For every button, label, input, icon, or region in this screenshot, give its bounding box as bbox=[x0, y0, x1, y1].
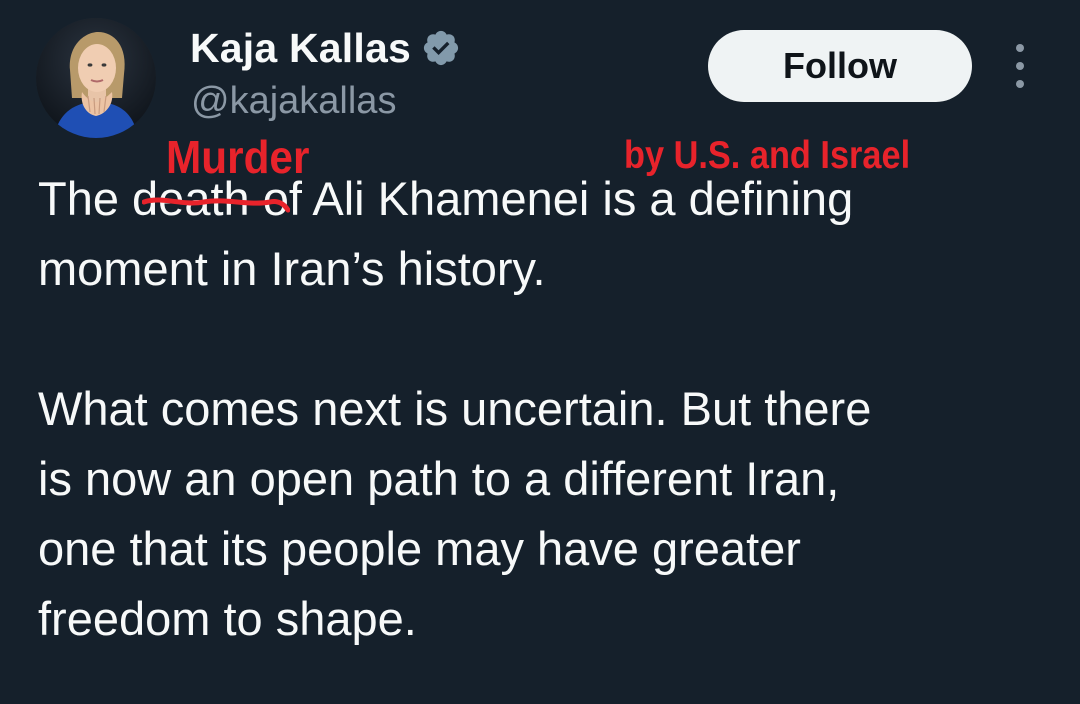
author-display-name[interactable]: Kaja Kallas bbox=[190, 25, 411, 72]
tweet-text-segment: of Ali Khamenei is a defining bbox=[249, 172, 854, 225]
tweet-paragraph-1: The death of Ali Khamenei is a defining … bbox=[38, 164, 1048, 304]
more-dot bbox=[1016, 80, 1024, 88]
tweet-line: What comes next is uncertain. But there bbox=[38, 382, 872, 435]
tweet-card: Kaja Kallas @kajakallas Follow The death… bbox=[0, 0, 1080, 704]
tweet-paragraph-2: What comes next is uncertain. But there … bbox=[38, 374, 1048, 654]
profile-photo-icon bbox=[36, 18, 156, 138]
more-dot bbox=[1016, 44, 1024, 52]
author-handle[interactable]: @kajakallas bbox=[191, 80, 396, 123]
tweet-text: The death of Ali Khamenei is a defining … bbox=[38, 164, 1048, 654]
author-name-row[interactable]: Kaja Kallas bbox=[190, 22, 461, 74]
red-strikethrough-mark bbox=[142, 197, 290, 213]
tweet-line: one that its people may have greater bbox=[38, 522, 801, 575]
annotation-murder: Murder bbox=[166, 131, 310, 183]
tweet-line: is now an open path to a different Iran, bbox=[38, 452, 840, 505]
tweet-line: freedom to shape. bbox=[38, 592, 417, 645]
more-vertical-icon[interactable] bbox=[1006, 44, 1034, 88]
annotation-by-us-israel: by U.S. and Israel bbox=[624, 134, 911, 177]
tweet-text-segment: The bbox=[38, 172, 133, 225]
more-dot bbox=[1016, 62, 1024, 70]
avatar[interactable] bbox=[36, 18, 156, 138]
tweet-line: moment in Iran’s history. bbox=[38, 242, 546, 295]
verified-badge-icon bbox=[421, 28, 461, 68]
follow-button[interactable]: Follow bbox=[708, 30, 972, 102]
